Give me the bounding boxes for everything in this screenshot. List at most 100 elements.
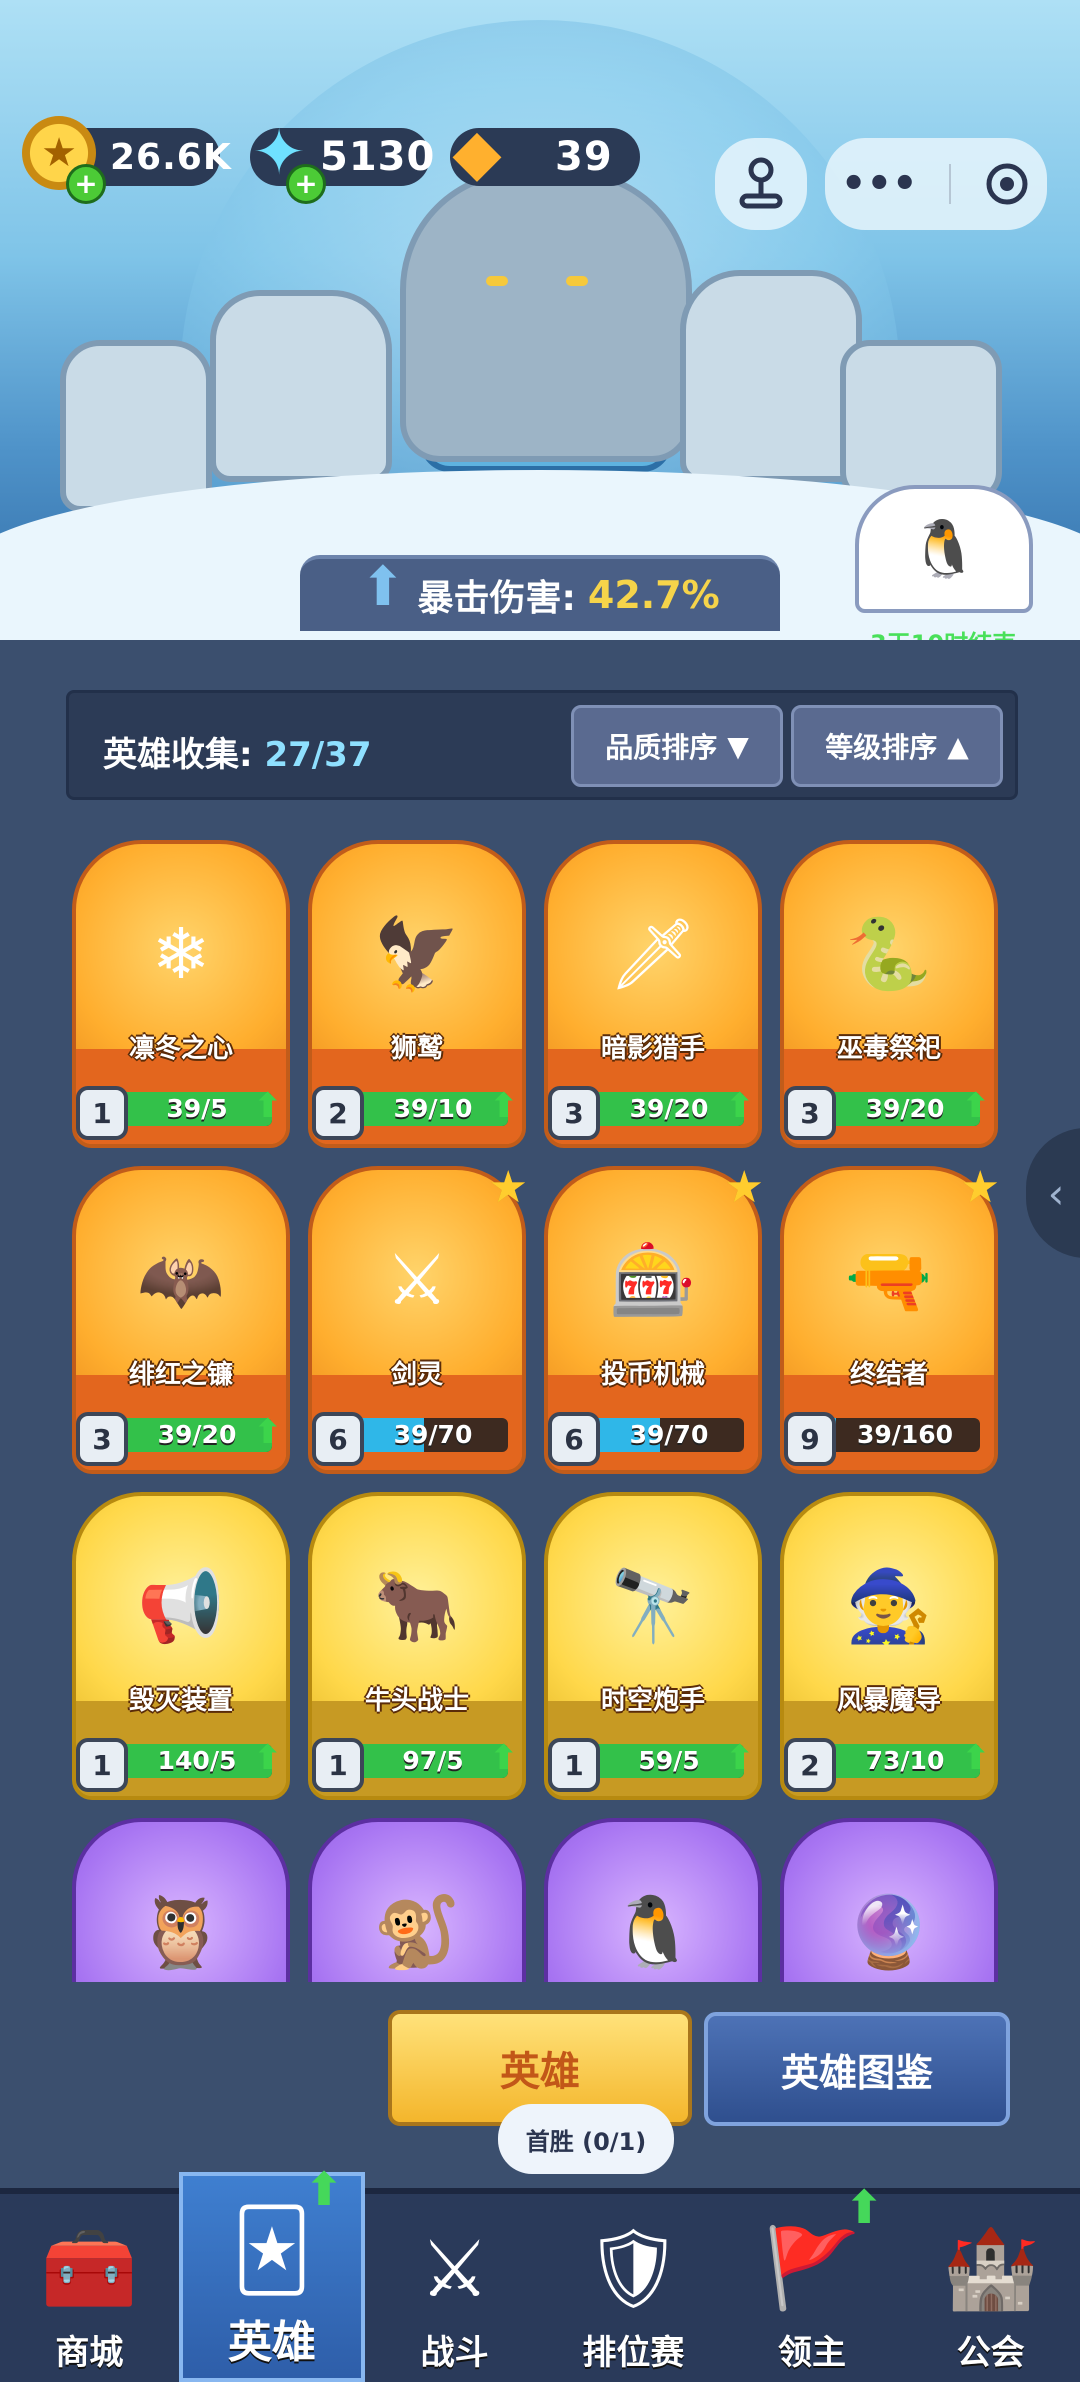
hero-portrait-icon: 🎰 bbox=[609, 1238, 697, 1321]
dragon-eye bbox=[566, 276, 588, 286]
hero-progress-text: 39/20 bbox=[157, 1420, 237, 1449]
close-target-icon[interactable] bbox=[983, 160, 1031, 208]
hero-name: 牛头战士 bbox=[364, 1686, 469, 1716]
hero-portrait-icon: ❄ bbox=[151, 913, 211, 995]
hero-name: 剑灵 bbox=[390, 1360, 443, 1390]
sort-by-level-button[interactable]: 等级排序 ▲ bbox=[791, 705, 1003, 787]
hero-progress-text: 39/20 bbox=[865, 1094, 945, 1123]
nav-guild[interactable]: 🏰 公会 bbox=[901, 2194, 1080, 2382]
hero-level-badge: 1 bbox=[76, 1738, 128, 1792]
hero-progress-text: 39/5 bbox=[166, 1094, 228, 1123]
crit-label: 暴击伤害: bbox=[417, 578, 576, 619]
lord-banner-icon: 🚩 bbox=[763, 2224, 861, 2314]
hero-card[interactable]: 🧙 风暴魔导 73/10 2 ⬆ bbox=[780, 1492, 998, 1802]
hero-card[interactable]: 🎰 投币机械 39/70 6 ★ bbox=[544, 1162, 764, 1476]
first-win-tooltip: 首胜 (0/1) bbox=[498, 2104, 674, 2174]
hero-card-frame: 🐧 bbox=[544, 1818, 762, 1982]
shop-chest-icon: 🧰 bbox=[40, 2224, 138, 2314]
hero-card[interactable]: 🐒 bbox=[308, 1818, 526, 1982]
ice-statue-right bbox=[680, 270, 862, 482]
penguin-event-button[interactable]: 🐧 bbox=[855, 485, 1033, 613]
hero-name: 暗影猎手 bbox=[600, 1034, 705, 1064]
hero-card[interactable]: 🔮 bbox=[780, 1818, 998, 1982]
hero-level-badge: 1 bbox=[76, 1086, 128, 1140]
crystal-value: 39 bbox=[555, 134, 613, 180]
nav-lord[interactable]: ⬆ 🚩 领主 bbox=[723, 2180, 902, 2382]
nav-heroes[interactable]: ⬆ 🃏 英雄 bbox=[178, 2162, 366, 2382]
gold-counter[interactable]: ★ + 26.6K bbox=[22, 116, 231, 204]
nav-shop[interactable]: 🧰 商城 bbox=[0, 2194, 179, 2382]
hero-codex-button[interactable]: 英雄图鉴 bbox=[704, 2012, 1010, 2126]
upgrade-arrow-icon: ⬆ bbox=[961, 1086, 991, 1126]
hero-portrait-icon: 🔫 bbox=[845, 1238, 933, 1321]
hero-name: 风暴魔导 bbox=[836, 1686, 941, 1716]
hero-card[interactable]: 🐧 bbox=[544, 1818, 762, 1982]
ice-statue-robot bbox=[840, 340, 1002, 502]
hero-collection-bar: 英雄收集: 27/37 品质排序 ▼ 等级排序 ▲ bbox=[66, 690, 1018, 800]
hero-level-badge: 6 bbox=[548, 1412, 600, 1466]
upgrade-arrow-icon: ⬆ bbox=[725, 1086, 755, 1126]
hero-portrait-icon: 🐒 bbox=[373, 1890, 461, 1973]
capsule-divider bbox=[949, 164, 952, 204]
nav-label: 战斗 bbox=[420, 2333, 489, 2373]
hero-level-badge: 2 bbox=[784, 1738, 836, 1792]
hero-portrait-icon: 🦅 bbox=[373, 912, 461, 995]
hero-portrait-icon: 🐍 bbox=[845, 912, 933, 995]
joystick-button[interactable] bbox=[715, 138, 807, 230]
hero-progress-text: 97/5 bbox=[402, 1746, 464, 1775]
hero-portrait-icon: 🐂 bbox=[373, 1564, 461, 1647]
hero-level-badge: 9 bbox=[784, 1412, 836, 1466]
nav-label: 排位赛 bbox=[582, 2333, 685, 2373]
hero-level-badge: 1 bbox=[548, 1738, 600, 1792]
hero-card-frame: 🐒 bbox=[308, 1818, 526, 1982]
hero-level-badge: 3 bbox=[784, 1086, 836, 1140]
add-gold-button[interactable]: + bbox=[66, 164, 106, 204]
battle-swords-icon: ⚔ bbox=[419, 2225, 490, 2315]
hero-level-badge: 2 bbox=[312, 1086, 364, 1140]
hero-card[interactable]: 🐂 牛头战士 97/5 1 ⬆ bbox=[308, 1492, 526, 1802]
chevron-left-icon: ‹ bbox=[1047, 1168, 1065, 1218]
triangle-up-icon: ▲ bbox=[947, 729, 969, 763]
hero-progress-text: 39/70 bbox=[629, 1420, 709, 1449]
hero-card[interactable]: 🦉 bbox=[72, 1818, 290, 1982]
gold-value: 26.6K bbox=[110, 136, 232, 178]
upgrade-arrow-icon: ⬆ bbox=[253, 1738, 283, 1778]
hero-name: 终结者 bbox=[849, 1360, 928, 1390]
ranked-shield-icon: 🛡 bbox=[583, 2224, 683, 2314]
star-icon: ★ bbox=[724, 1162, 764, 1213]
hero-card[interactable]: 🐍 巫毒祭祀 39/20 3 ⬆ bbox=[780, 840, 998, 1150]
nav-battle[interactable]: ⚔ 战斗 bbox=[365, 2194, 544, 2382]
hero-card[interactable]: 📢 毁灭装置 140/5 1 ⬆ bbox=[72, 1492, 290, 1802]
hero-card[interactable]: ⚔ 剑灵 39/70 6 ★ bbox=[308, 1162, 528, 1476]
hero-card[interactable]: 🔫 终结者 39/160 9 ★ bbox=[780, 1162, 1000, 1476]
hero-card[interactable]: 🦅 狮鹫 39/10 2 ⬆ bbox=[308, 840, 526, 1150]
upgrade-arrow-icon: ⬆ bbox=[844, 2180, 884, 2234]
hero-card[interactable]: 🗡 暗影猎手 39/20 3 ⬆ bbox=[544, 840, 762, 1150]
hero-card-frame: 🦉 bbox=[72, 1818, 290, 1982]
sort-by-quality-button[interactable]: 品质排序 ▼ bbox=[571, 705, 783, 787]
side-drawer-tab[interactable]: ‹ bbox=[1026, 1128, 1080, 1258]
more-menu-icon[interactable]: ••• bbox=[841, 161, 918, 207]
hero-portrait-icon: 🧙 bbox=[845, 1564, 933, 1647]
hero-level-badge: 6 bbox=[312, 1412, 364, 1466]
triangle-down-icon: ▼ bbox=[727, 729, 749, 763]
add-gem-button[interactable]: + bbox=[286, 164, 326, 204]
hero-portrait-icon: 🔭 bbox=[609, 1564, 697, 1647]
hero-card[interactable]: 🦇 绯红之镰 39/20 3 ⬆ bbox=[72, 1166, 290, 1476]
hero-card[interactable]: 🔭 时空炮手 59/5 1 ⬆ bbox=[544, 1492, 762, 1802]
penguin-icon: 🐧 bbox=[909, 517, 979, 582]
ice-cave-scene: ★ + 26.6K ✦ + 5130 ◆ 39 ••• ⬆ 暴击伤害: 42.7… bbox=[0, 0, 1080, 640]
nav-ranked[interactable]: 🛡 排位赛 bbox=[544, 2194, 723, 2382]
gem-counter[interactable]: ✦ + 5130 bbox=[250, 116, 434, 204]
hero-progress-text: 73/10 bbox=[865, 1746, 945, 1775]
upgrade-arrow-icon: ⬆ bbox=[961, 1738, 991, 1778]
crit-damage-banner: ⬆ 暴击伤害: 42.7% bbox=[300, 555, 780, 631]
hero-progress-text: 39/160 bbox=[856, 1420, 954, 1449]
crystal-counter[interactable]: ◆ 39 bbox=[450, 116, 640, 190]
hero-portrait-icon: 📢 bbox=[137, 1564, 225, 1647]
hero-portrait-icon: 🔮 bbox=[845, 1890, 933, 1973]
hero-progress-text: 140/5 bbox=[157, 1746, 237, 1775]
orange-crystal-icon: ◆ bbox=[452, 116, 502, 190]
dragon-eye bbox=[486, 276, 508, 286]
hero-card[interactable]: ❄ 凛冬之心 39/5 1 ⬆ bbox=[72, 840, 290, 1150]
